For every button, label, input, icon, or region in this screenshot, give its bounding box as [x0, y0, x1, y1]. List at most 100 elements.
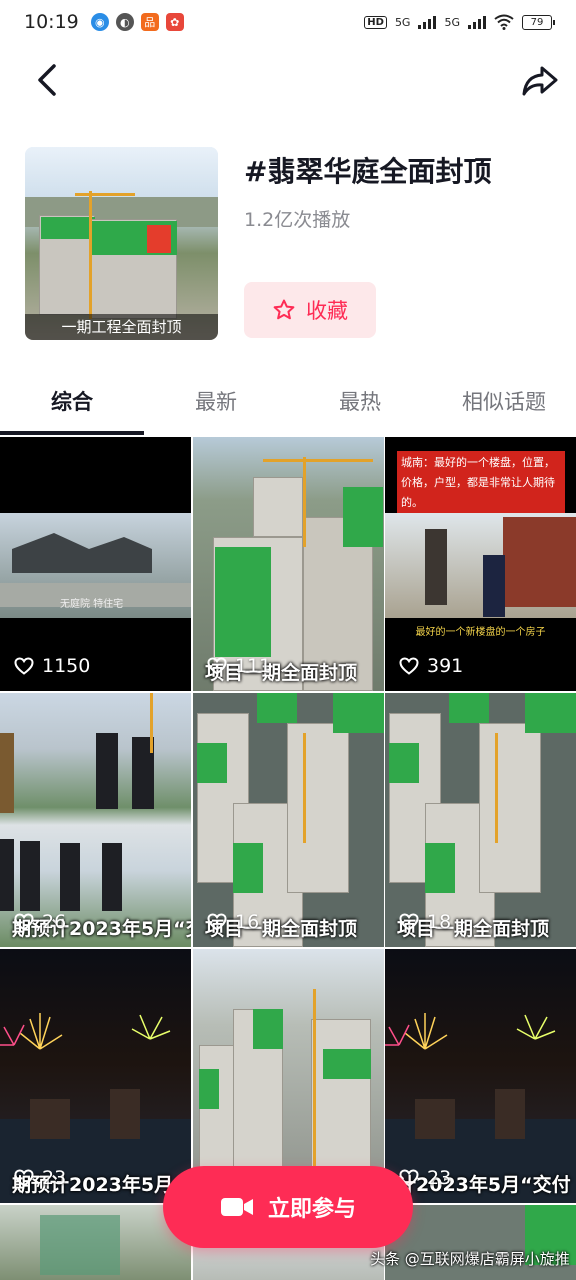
status-icons: HD 5G 5G 79	[364, 14, 555, 30]
tab-latest[interactable]: 最新	[144, 378, 288, 426]
tower-net	[197, 743, 227, 783]
crane	[150, 693, 153, 753]
video-card[interactable]: 城南：最好的一个楼盘，位置，价格，户型，都是非常让人期待的。 最好的一个新楼盘的…	[385, 437, 576, 691]
tower-net	[343, 487, 383, 547]
like-count: 23	[14, 1167, 66, 1189]
like-count-value: 391	[427, 655, 464, 677]
tab-hottest[interactable]: 最热	[288, 378, 432, 426]
tower-net	[215, 547, 271, 657]
video-card[interactable]: 期预计2023年5月“ 23	[0, 949, 191, 1203]
tower	[253, 477, 303, 537]
heart-icon	[14, 1169, 34, 1187]
like-count: 16	[207, 911, 259, 933]
hd-voice-icon: HD	[364, 15, 387, 29]
topic-page: 10:19 ◉ ◐ 品 ✿ HD 5G 5G 79 一期工程全面封顶 #翡翠华庭…	[0, 0, 576, 1280]
video-card[interactable]: 计2023年5月“交付 23	[385, 949, 576, 1203]
video-subtext: 无庭院 特住宅	[60, 599, 124, 610]
presenter-figure	[483, 555, 505, 617]
tower-net	[323, 1049, 371, 1079]
tab-similar-topics[interactable]: 相似话题	[432, 378, 576, 426]
heart-icon	[399, 657, 419, 675]
battery-icon: 79	[522, 14, 555, 30]
cover-building-left-net	[41, 217, 95, 239]
collect-button[interactable]: 收藏	[244, 282, 376, 338]
like-count-value: 16	[235, 911, 260, 933]
collect-label: 收藏	[306, 299, 348, 323]
person-figure	[20, 841, 40, 911]
star-icon	[273, 299, 295, 320]
notification-compass-icon: ◐	[115, 13, 134, 31]
person-figure	[102, 843, 122, 911]
tower-net	[233, 843, 263, 893]
network-type-1: 5G	[394, 15, 411, 29]
video-card[interactable]: 期预计2023年5月“交 26	[0, 693, 191, 947]
like-count: 391	[399, 655, 463, 677]
watermark: 头条 @互联网爆店霸屏小旋推	[370, 1250, 570, 1268]
person-figure	[0, 839, 14, 911]
video-card[interactable]	[193, 949, 384, 1203]
tower-net	[333, 693, 384, 733]
video-card[interactable]: 无庭院 特住宅 1150	[0, 437, 191, 691]
signal-icon-2	[468, 15, 486, 29]
notification-flower-icon: ✿	[165, 13, 184, 31]
crane	[495, 733, 498, 843]
topic-cover-image: 一期工程全面封顶	[25, 147, 218, 340]
crane	[303, 733, 306, 843]
join-button-label: 立即参与	[267, 1197, 356, 1222]
like-count: 111	[207, 655, 271, 677]
like-count: 18	[399, 911, 451, 933]
like-count-value: 23	[42, 1167, 67, 1189]
back-button[interactable]	[30, 60, 66, 100]
tower-net	[253, 1009, 283, 1049]
network-type-2: 5G	[444, 15, 460, 29]
tower-net	[257, 693, 297, 723]
video-card[interactable]: 项目一期全面封顶 111	[193, 437, 384, 691]
tower	[287, 723, 349, 893]
crane	[303, 457, 306, 547]
like-count-value: 23	[427, 1167, 452, 1189]
like-count: 26	[14, 911, 66, 933]
cover-caption: 一期工程全面封顶	[25, 314, 218, 340]
heart-icon	[14, 913, 34, 931]
heart-icon	[14, 657, 34, 675]
person-figure	[60, 843, 80, 911]
tab-bar: 综合 最新 最热 相似话题	[0, 378, 576, 436]
tab-comprehensive[interactable]: 综合	[0, 378, 144, 426]
join-button[interactable]: 立即参与	[163, 1166, 413, 1248]
cover-crane	[89, 191, 92, 319]
tab-indicator	[0, 431, 144, 435]
cover-red-sign	[147, 225, 171, 253]
signal-icon	[418, 15, 437, 29]
like-count: 1150	[14, 655, 90, 677]
tower-net	[449, 693, 489, 723]
status-bar: 10:19 ◉ ◐ 品 ✿ HD 5G 5G 79	[0, 0, 576, 44]
share-icon[interactable]	[520, 62, 560, 98]
crane	[313, 989, 316, 1169]
like-count-value: 111	[235, 655, 272, 677]
site-overview	[40, 1215, 120, 1275]
notification-shop-icon: 品	[140, 13, 159, 31]
video-card[interactable]	[0, 1205, 191, 1280]
tower-net	[389, 743, 419, 783]
fireworks-image	[0, 1013, 191, 1203]
video-overlay-text: 城南：最好的一个楼盘，位置，价格，户型，都是非常让人期待的。	[397, 451, 565, 513]
heart-icon	[207, 913, 227, 931]
like-count-value: 1150	[42, 655, 91, 677]
video-card[interactable]: 项目一期全面封顶 16	[193, 693, 384, 947]
video-card[interactable]: 项目一期全面封顶 18	[385, 693, 576, 947]
person-figure	[0, 733, 14, 813]
like-count-value: 18	[427, 911, 452, 933]
gate-pillar	[425, 529, 447, 605]
like-count-value: 26	[42, 911, 67, 933]
video-grid: 无庭院 特住宅 1150 项目一期全面封顶 111 城南：最好的一个楼盘，位置，…	[0, 437, 576, 1280]
notification-app-icon: ◉	[90, 13, 109, 31]
topic-title: #翡翠华庭全面封顶	[244, 155, 492, 188]
topic-play-count: 1.2亿次播放	[244, 209, 351, 231]
tower-net	[199, 1069, 219, 1109]
tower-net	[525, 693, 576, 733]
crane-arm	[263, 459, 373, 462]
wifi-icon	[494, 14, 514, 30]
tower-net	[425, 843, 455, 893]
video-camera-icon	[220, 1198, 253, 1216]
fireworks-image	[385, 1013, 576, 1203]
